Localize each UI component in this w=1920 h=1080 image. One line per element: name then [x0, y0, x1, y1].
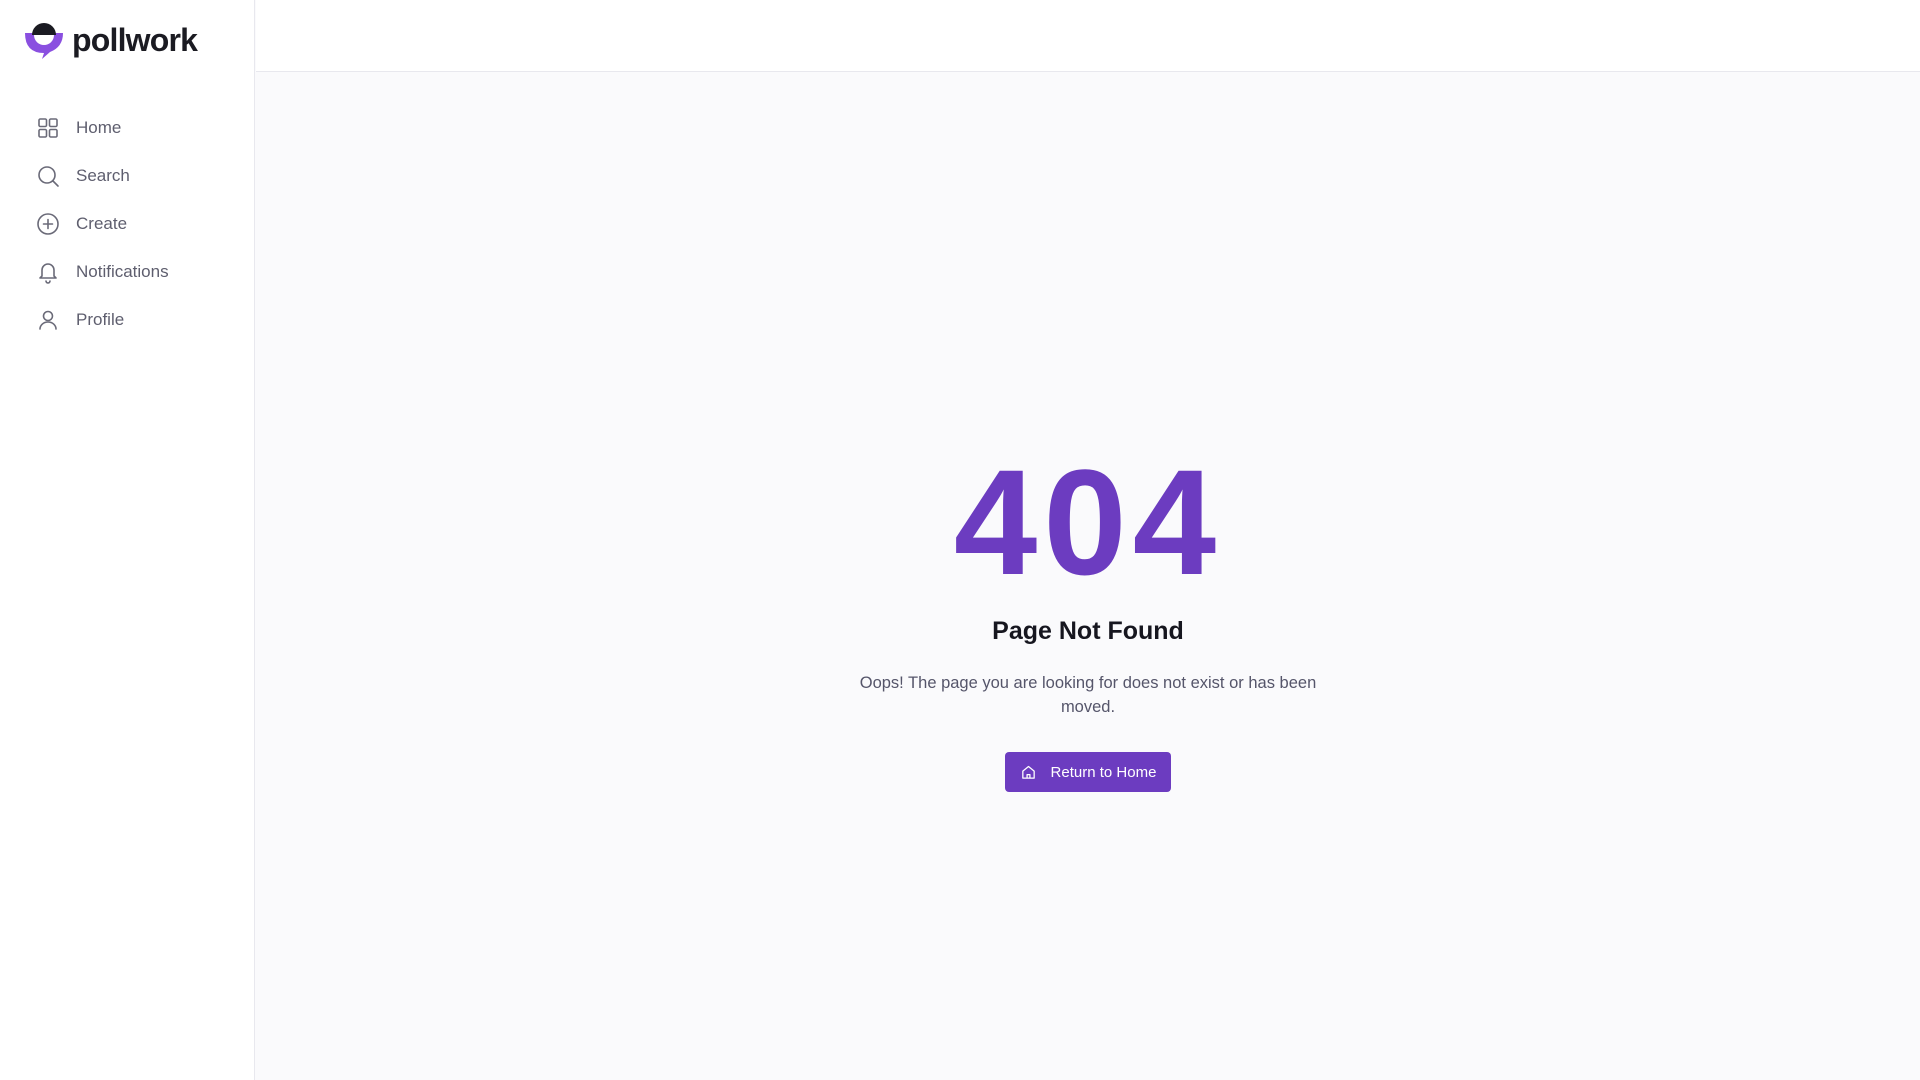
grid-icon	[36, 116, 60, 140]
home-icon	[1021, 765, 1035, 779]
sidebar-nav: Home Search Create Notifications Profile	[24, 108, 234, 348]
sidebar-item-label: Create	[76, 214, 128, 233]
main-content: 404 Page Not Found Oops! The page you ar…	[256, 72, 1920, 1080]
sidebar-item-create[interactable]: Create	[24, 204, 234, 244]
page-title: Page Not Found	[992, 617, 1184, 645]
not-found-panel: 404 Page Not Found Oops! The page you ar…	[256, 447, 1920, 792]
user-icon	[36, 308, 60, 332]
plus-circle-icon	[36, 212, 60, 236]
error-message: Oops! The page you are looking for does …	[859, 674, 1317, 716]
return-home-label: Return to Home	[1050, 763, 1157, 781]
sidebar-item-home[interactable]: Home	[24, 108, 234, 148]
top-bar	[256, 0, 1920, 72]
search-icon	[36, 164, 60, 188]
sidebar: pollwork Home Search Create Notification…	[0, 0, 255, 1080]
sidebar-item-notifications[interactable]: Notifications	[24, 252, 234, 292]
sidebar-item-label: Home	[76, 118, 122, 137]
error-code: 404	[953, 438, 1223, 606]
logo[interactable]: pollwork	[23, 21, 198, 59]
sidebar-item-search[interactable]: Search	[24, 156, 234, 196]
logo-text: pollwork	[72, 22, 198, 58]
sidebar-item-label: Search	[76, 166, 130, 185]
sidebar-item-label: Profile	[76, 310, 125, 329]
return-home-button[interactable]: Return to Home	[1004, 752, 1172, 792]
pollwork-logo-icon	[25, 23, 63, 59]
bell-icon	[36, 260, 60, 284]
sidebar-item-label: Notifications	[76, 262, 169, 281]
sidebar-item-profile[interactable]: Profile	[24, 300, 234, 340]
